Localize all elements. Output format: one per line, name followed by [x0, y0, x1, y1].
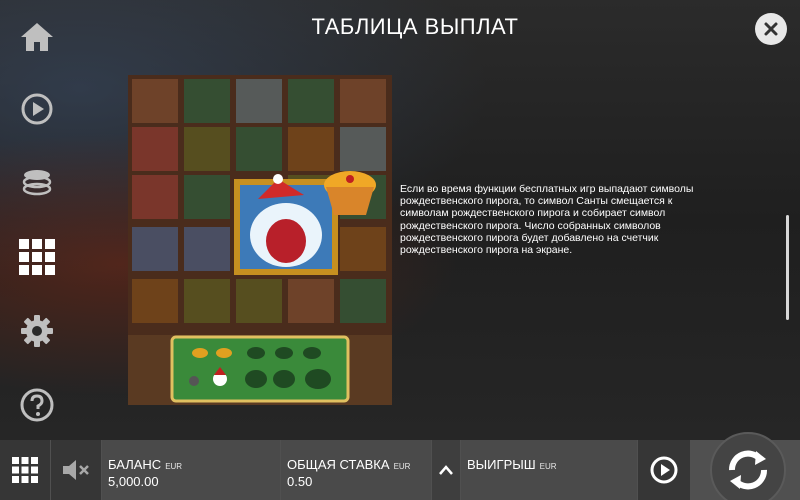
total-bet-label: ОБЩАЯ СТАВКА — [287, 457, 390, 472]
win-label: ВЫИГРЫШ — [467, 457, 536, 472]
bet-settings-button[interactable] — [16, 162, 58, 204]
feature-illustration — [128, 75, 392, 405]
chevron-up-icon — [439, 465, 453, 475]
sound-toggle-button[interactable] — [51, 440, 101, 500]
win-panel: ВЫИГРЫШ EUR — [461, 440, 637, 500]
paytable-grid-icon — [19, 239, 55, 275]
feature-description: Если во время функции бесплатных игр вып… — [400, 183, 694, 257]
help-icon — [20, 388, 54, 422]
total-bet-value: 0.50 — [287, 474, 313, 489]
spin-button[interactable] — [710, 432, 786, 500]
scrollbar[interactable] — [786, 215, 789, 320]
grid-menu-icon — [12, 457, 38, 483]
balance-panel: БАЛАНС EUR 5,000.00 — [102, 440, 280, 500]
menu-button[interactable] — [0, 440, 50, 500]
total-bet-panel[interactable]: ОБЩАЯ СТАВКА EUR 0.50 — [281, 440, 431, 500]
autoplay-icon — [21, 93, 53, 125]
help-button[interactable] — [16, 384, 58, 426]
balance-label: БАЛАНС — [108, 457, 162, 472]
close-icon — [764, 22, 778, 36]
bet-expand-button[interactable] — [432, 440, 460, 500]
settings-button[interactable] — [16, 310, 58, 352]
autoplay-button[interactable] — [16, 88, 58, 130]
coins-icon — [22, 170, 52, 196]
bottom-bar: БАЛАНС EUR 5,000.00 ОБЩАЯ СТАВКА EUR 0.50 … — [0, 440, 800, 500]
page-title: ТАБЛИЦА ВЫПЛАТ — [311, 14, 519, 39]
home-icon — [21, 23, 53, 51]
autoplay-icon — [650, 456, 678, 484]
win-currency: EUR — [539, 462, 557, 471]
paytable-button[interactable] — [16, 236, 58, 278]
total-bet-currency: EUR — [393, 462, 411, 471]
balance-value: 5,000.00 — [108, 474, 159, 489]
home-button[interactable] — [16, 16, 58, 58]
side-menu — [0, 0, 76, 440]
spin-arrows-icon — [728, 450, 768, 490]
sound-muted-icon — [63, 460, 89, 480]
balance-currency: EUR — [165, 462, 183, 471]
autoplay-bottom-button[interactable] — [638, 440, 690, 500]
gear-icon — [21, 315, 53, 347]
close-button[interactable] — [755, 13, 787, 45]
